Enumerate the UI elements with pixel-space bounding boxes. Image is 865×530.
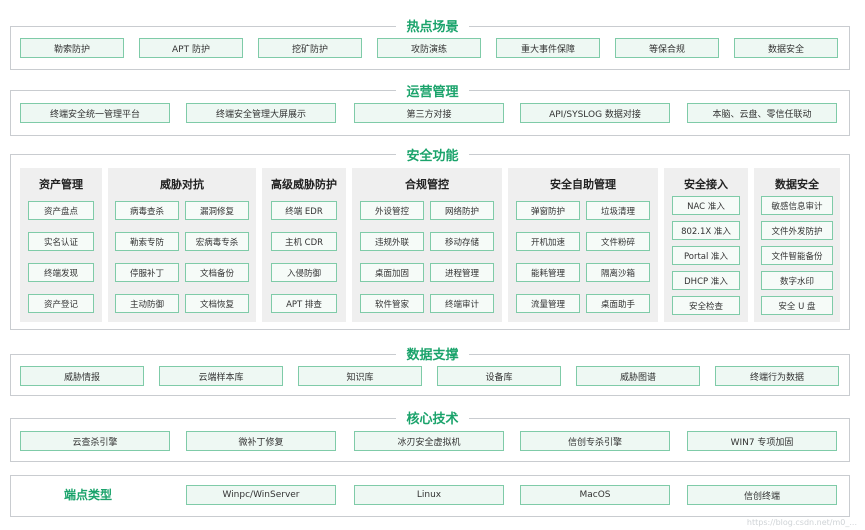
panel-chip[interactable]: 垃圾清理: [586, 201, 650, 220]
panel-threat-response: 威胁对抗 病毒查杀 漏洞修复 勒索专防 宏病毒专杀 停服补丁 文档备份 主动防御…: [108, 168, 256, 322]
hotspot-chip[interactable]: APT 防护: [139, 38, 243, 58]
data-support-chip[interactable]: 知识库: [298, 366, 422, 386]
panel-chip[interactable]: NAC 准入: [672, 196, 740, 215]
panel-chip[interactable]: 网络防护: [430, 201, 494, 220]
hotspot-chip[interactable]: 勒索防护: [20, 38, 124, 58]
panel-chip[interactable]: 资产登记: [28, 294, 94, 313]
panel-chip[interactable]: 能耗管理: [516, 263, 580, 282]
panel-chip[interactable]: Portal 准入: [672, 246, 740, 265]
panel-asset-management: 资产管理 资产盘点 实名认证 终端发现 资产登记: [20, 168, 102, 322]
panel-chip[interactable]: 802.1X 准入: [672, 221, 740, 240]
panel-chip[interactable]: 文档备份: [185, 263, 249, 282]
panel-chip[interactable]: 文件粉碎: [586, 232, 650, 251]
panel-chip[interactable]: 文档恢复: [185, 294, 249, 313]
endpoint-chip[interactable]: Winpc/WinServer: [186, 485, 336, 505]
panel-compliance: 合规管控 外设管控 网络防护 违规外联 移动存储 桌面加固 进程管理 软件管家 …: [352, 168, 502, 322]
hotspot-chip[interactable]: 攻防演练: [377, 38, 481, 58]
panel-chip[interactable]: 弹窗防护: [516, 201, 580, 220]
panel-chip[interactable]: APT 排查: [271, 294, 337, 313]
panel-title: 威胁对抗: [160, 178, 204, 191]
data-support-chip[interactable]: 云端样本库: [159, 366, 283, 386]
panel-chip[interactable]: 文件外发防护: [761, 221, 833, 240]
panel-advanced-threat: 高级威胁防护 终端 EDR 主机 CDR 入侵防御 APT 排查: [262, 168, 346, 322]
data-support-chip[interactable]: 威胁图谱: [576, 366, 700, 386]
operations-chip[interactable]: 终端安全管理大屏展示: [186, 103, 336, 123]
panel-title: 安全自助管理: [550, 178, 616, 191]
panel-chip[interactable]: 流量管理: [516, 294, 580, 313]
endpoint-type-label: 端点类型: [64, 488, 113, 502]
panel-chip[interactable]: 移动存储: [430, 232, 494, 251]
panel-chip[interactable]: 资产盘点: [28, 201, 94, 220]
panel-chip[interactable]: DHCP 准入: [672, 271, 740, 290]
core-tech-chip[interactable]: 信创专杀引擎: [520, 431, 670, 451]
panel-chip[interactable]: 停服补丁: [115, 263, 179, 282]
operations-chip[interactable]: API/SYSLOG 数据对接: [520, 103, 670, 123]
panel-chip[interactable]: 终端发现: [28, 263, 94, 282]
data-support-chip[interactable]: 设备库: [437, 366, 561, 386]
operations-chip[interactable]: 终端安全统一管理平台: [20, 103, 170, 123]
operations-chip[interactable]: 第三方对接: [354, 103, 504, 123]
panel-title: 数据安全: [775, 178, 819, 191]
panel-chip[interactable]: 桌面加固: [360, 263, 424, 282]
panel-chip[interactable]: 进程管理: [430, 263, 494, 282]
hotspot-chip[interactable]: 等保合规: [615, 38, 719, 58]
data-support-chip[interactable]: 终端行为数据: [715, 366, 839, 386]
panel-title: 资产管理: [39, 178, 83, 191]
endpoint-chip[interactable]: 信创终端: [687, 485, 837, 505]
hotspot-chip[interactable]: 重大事件保障: [496, 38, 600, 58]
panel-chip[interactable]: 开机加速: [516, 232, 580, 251]
panel-chip[interactable]: 主机 CDR: [271, 232, 337, 251]
panel-chip[interactable]: 敏感信息审计: [761, 196, 833, 215]
panel-chip[interactable]: 数字水印: [761, 271, 833, 290]
panel-chip[interactable]: 病毒查杀: [115, 201, 179, 220]
panel-chip[interactable]: 违规外联: [360, 232, 424, 251]
core-tech-title: 核心技术: [0, 408, 865, 427]
core-tech-chip[interactable]: WIN7 专项加固: [687, 431, 837, 451]
panel-secure-access: 安全接入 NAC 准入 802.1X 准入 Portal 准入 DHCP 准入 …: [664, 168, 748, 322]
endpoint-chip[interactable]: Linux: [354, 485, 504, 505]
panel-self-service: 安全自助管理 弹窗防护 垃圾清理 开机加速 文件粉碎 能耗管理 隔离沙箱 流量管…: [508, 168, 658, 322]
panel-chip[interactable]: 文件智能备份: [761, 246, 833, 265]
panel-chip[interactable]: 漏洞修复: [185, 201, 249, 220]
panel-chip[interactable]: 宏病毒专杀: [185, 232, 249, 251]
panel-chip[interactable]: 终端 EDR: [271, 201, 337, 220]
operations-title: 运营管理: [0, 81, 865, 100]
panel-chip[interactable]: 桌面助手: [586, 294, 650, 313]
security-title: 安全功能: [0, 145, 865, 164]
operations-chip[interactable]: 本脑、云盘、零信任联动: [687, 103, 837, 123]
panel-title: 高级威胁防护: [271, 178, 337, 191]
panel-chip[interactable]: 实名认证: [28, 232, 94, 251]
data-support-title: 数据支撑: [0, 344, 865, 363]
core-tech-chip[interactable]: 冰刃安全虚拟机: [354, 431, 504, 451]
endpoint-chip[interactable]: MacOS: [520, 485, 670, 505]
panel-chip[interactable]: 软件管家: [360, 294, 424, 313]
core-tech-chip[interactable]: 云查杀引擎: [20, 431, 170, 451]
hotspot-chip[interactable]: 挖矿防护: [258, 38, 362, 58]
panel-chip[interactable]: 终端审计: [430, 294, 494, 313]
data-support-chip[interactable]: 威胁情报: [20, 366, 144, 386]
panel-chip[interactable]: 主动防御: [115, 294, 179, 313]
watermark: https://blog.csdn.net/m0_...: [746, 518, 857, 527]
hotspot-title: 热点场景: [0, 16, 865, 35]
panel-chip[interactable]: 外设管控: [360, 201, 424, 220]
panel-chip[interactable]: 勒索专防: [115, 232, 179, 251]
panel-chip[interactable]: 安全 U 盘: [761, 296, 833, 315]
panel-chip[interactable]: 安全检查: [672, 296, 740, 315]
panel-title: 安全接入: [684, 178, 728, 191]
panel-chip[interactable]: 隔离沙箱: [586, 263, 650, 282]
panel-data-security: 数据安全 敏感信息审计 文件外发防护 文件智能备份 数字水印 安全 U 盘: [754, 168, 840, 322]
panel-chip[interactable]: 入侵防御: [271, 263, 337, 282]
hotspot-chip[interactable]: 数据安全: [734, 38, 838, 58]
core-tech-chip[interactable]: 微补丁修复: [186, 431, 336, 451]
panel-title: 合规管控: [405, 178, 449, 191]
